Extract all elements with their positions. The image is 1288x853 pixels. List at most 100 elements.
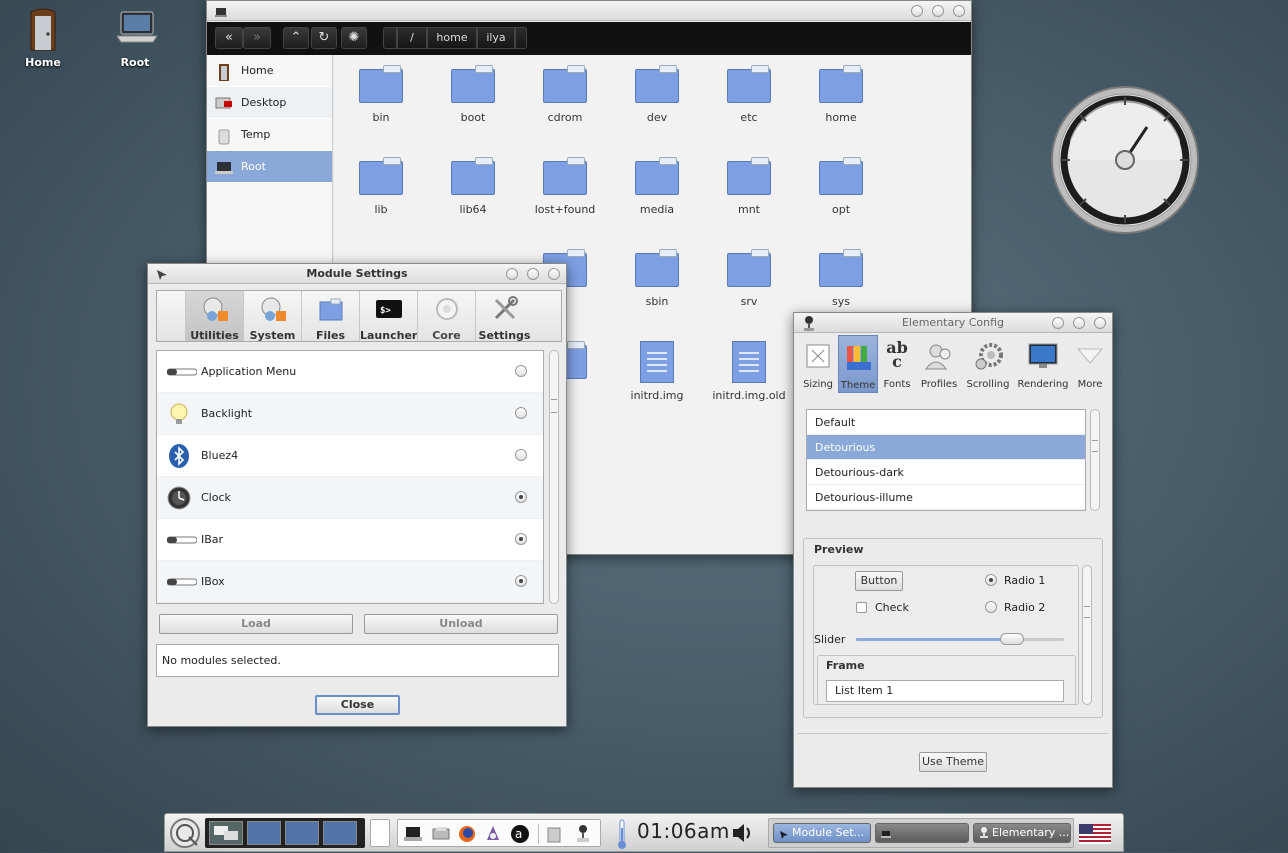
preview-slider[interactable] xyxy=(856,633,1064,645)
clock[interactable]: 01:06am xyxy=(637,819,730,843)
theme-list-scrollbar[interactable] xyxy=(1090,409,1100,511)
at-icon[interactable]: a xyxy=(510,824,530,847)
settings-button[interactable]: ✺ xyxy=(341,27,367,49)
theme-item[interactable]: Default xyxy=(807,410,1085,435)
unload-button[interactable]: Unload xyxy=(364,614,558,634)
up-button[interactable]: ⌃ xyxy=(283,27,309,49)
pager-desk-1[interactable] xyxy=(209,821,243,845)
folder-item[interactable]: dev xyxy=(617,65,697,124)
list-item[interactable]: IBox xyxy=(157,561,543,603)
wizard-icon[interactable] xyxy=(484,825,502,846)
sidebar-item-root[interactable]: Root xyxy=(207,151,332,183)
task-module-settings[interactable]: Module Set... xyxy=(773,823,871,843)
tab-core[interactable]: Core xyxy=(417,291,475,342)
folder-item[interactable]: media xyxy=(617,157,697,216)
close-button[interactable] xyxy=(953,5,965,17)
desktop-icon-root[interactable]: Root xyxy=(100,8,170,69)
module-loaded-radio[interactable] xyxy=(515,365,527,377)
module-loaded-radio[interactable] xyxy=(515,449,527,461)
breadcrumb-home[interactable]: home xyxy=(427,27,477,49)
folder-item[interactable]: home xyxy=(801,65,881,124)
pager-desk-3[interactable] xyxy=(285,821,319,845)
list-item[interactable]: Backlight xyxy=(157,393,543,435)
tab-more[interactable]: More xyxy=(1072,335,1108,393)
close-button[interactable] xyxy=(548,268,560,280)
pager-desk-4[interactable] xyxy=(323,821,357,845)
start-button[interactable] xyxy=(169,817,201,849)
close-dialog-button[interactable]: Close xyxy=(315,695,400,715)
folder-item[interactable]: lib xyxy=(341,157,421,216)
preview-scrollbar[interactable] xyxy=(1082,565,1092,705)
tab-files[interactable]: Files xyxy=(301,291,359,342)
folder-item[interactable]: lost+found xyxy=(525,157,605,216)
preview-button[interactable]: Button xyxy=(855,571,903,591)
firefox-icon[interactable] xyxy=(458,825,476,846)
folder-item[interactable]: mnt xyxy=(709,157,789,216)
desktop-icon-home[interactable]: Home xyxy=(8,8,78,69)
tab-settings[interactable]: Settings xyxy=(475,291,533,342)
gauge-gadget[interactable] xyxy=(1050,85,1200,235)
preview-radio-1[interactable] xyxy=(985,574,997,586)
folder-item[interactable]: boot xyxy=(433,65,513,124)
folder-item[interactable]: sys xyxy=(801,249,881,308)
file-item[interactable]: initrd.img xyxy=(617,341,697,402)
tab-profiles[interactable]: Profiles xyxy=(916,335,962,393)
folder-item[interactable]: opt xyxy=(801,157,881,216)
speaker-icon[interactable] xyxy=(731,822,755,847)
module-loaded-radio[interactable] xyxy=(515,575,527,587)
computer-icon[interactable] xyxy=(404,825,422,846)
module-list-scrollbar[interactable] xyxy=(549,350,559,604)
close-button[interactable] xyxy=(1094,317,1106,329)
module-settings-titlebar[interactable]: Module Settings xyxy=(148,264,566,284)
file-manager-icon[interactable] xyxy=(432,825,450,846)
tab-rendering[interactable]: Rendering xyxy=(1014,335,1072,393)
theme-item[interactable]: Detourious-dark xyxy=(807,460,1085,485)
module-loaded-radio[interactable] xyxy=(515,533,527,545)
sidebar-item-desktop[interactable]: Desktop xyxy=(207,87,332,119)
folder-item[interactable]: etc xyxy=(709,65,789,124)
theme-item-selected[interactable]: Detourious xyxy=(807,435,1085,460)
use-theme-button[interactable]: Use Theme xyxy=(919,752,987,772)
sidebar-item-temp[interactable]: Temp xyxy=(207,119,332,151)
tab-utilities[interactable]: Utilities xyxy=(185,291,243,342)
forward-button[interactable]: » xyxy=(243,27,271,49)
folder-item[interactable]: sbin xyxy=(617,249,697,308)
joystick-icon[interactable] xyxy=(576,824,590,847)
folder-item[interactable]: cdrom xyxy=(525,65,605,124)
elementary-config-titlebar[interactable]: Elementary Config xyxy=(794,313,1112,333)
folder-item[interactable]: bin xyxy=(341,65,421,124)
tab-fonts[interactable]: ab c Fonts xyxy=(878,335,916,393)
maximize-button[interactable] xyxy=(527,268,539,280)
list-item[interactable]: Application Menu xyxy=(157,351,543,393)
module-loaded-radio[interactable] xyxy=(515,407,527,419)
list-item[interactable]: Bluez4 xyxy=(157,435,543,477)
minimize-button[interactable] xyxy=(911,5,923,17)
us-flag-icon[interactable] xyxy=(1079,824,1111,847)
file-manager-titlebar[interactable] xyxy=(207,1,971,21)
pager-desk-2[interactable] xyxy=(247,821,281,845)
task-file-manager[interactable] xyxy=(875,823,969,843)
tab-system[interactable]: System xyxy=(243,291,301,342)
folder-item[interactable]: lib64 xyxy=(433,157,513,216)
minimize-button[interactable] xyxy=(1052,317,1064,329)
list-item[interactable]: Clock xyxy=(157,477,543,519)
tab-launcher[interactable]: $> Launcher xyxy=(359,291,417,342)
preview-checkbox[interactable] xyxy=(856,602,867,613)
list-item[interactable]: IBar xyxy=(157,519,543,561)
module-loaded-radio[interactable] xyxy=(515,491,527,503)
slider-handle[interactable] xyxy=(1000,633,1024,645)
task-elementary-config[interactable]: Elementary ... xyxy=(973,823,1071,843)
folder-item[interactable]: srv xyxy=(709,249,789,308)
breadcrumb-root[interactable]: / xyxy=(397,27,427,49)
preview-radio-2[interactable] xyxy=(985,601,997,613)
theme-item[interactable]: Detourious-illume xyxy=(807,485,1085,510)
maximize-button[interactable] xyxy=(1073,317,1085,329)
tab-theme[interactable]: Theme xyxy=(838,335,878,393)
breadcrumb-ilya[interactable]: ilya xyxy=(477,27,515,49)
refresh-button[interactable]: ↻ xyxy=(311,27,337,49)
preview-list-item[interactable]: List Item 1 xyxy=(826,680,1064,702)
sidebar-item-home[interactable]: Home xyxy=(207,55,332,87)
bin-icon[interactable] xyxy=(546,825,562,846)
maximize-button[interactable] xyxy=(932,5,944,17)
load-button[interactable]: Load xyxy=(159,614,353,634)
